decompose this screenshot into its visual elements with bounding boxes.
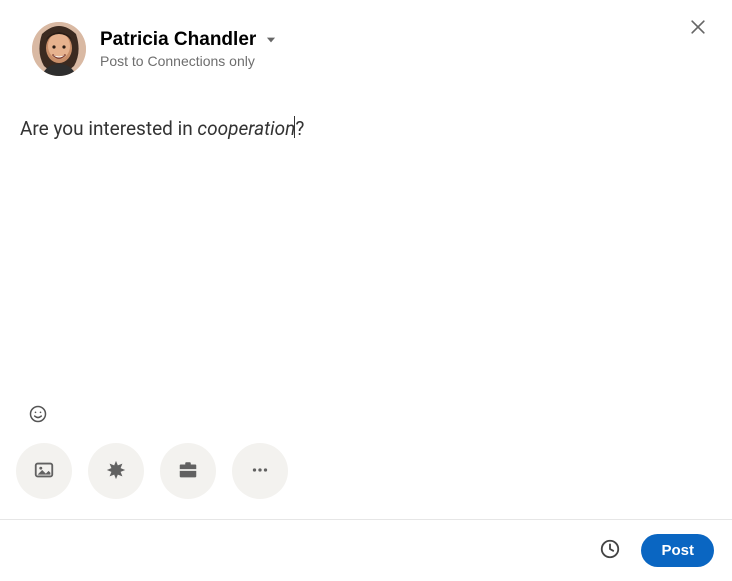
- chevron-down-icon: [264, 33, 278, 47]
- audience-selector[interactable]: Patricia Chandler Post to Connections on…: [100, 29, 278, 69]
- post-button[interactable]: Post: [641, 534, 714, 567]
- avatar: [32, 22, 86, 76]
- schedule-button[interactable]: [595, 536, 625, 566]
- post-text-plain: Are you interested in: [20, 117, 197, 140]
- composer-body[interactable]: Are you interested in cooperation?: [0, 86, 732, 401]
- briefcase-icon: [177, 459, 199, 484]
- audience-label: Post to Connections only: [100, 53, 255, 69]
- add-media-button[interactable]: [16, 443, 72, 499]
- post-text-input[interactable]: Are you interested in cooperation?: [20, 116, 712, 143]
- post-text-suffix: ?: [295, 117, 304, 140]
- user-name: Patricia Chandler: [100, 29, 256, 51]
- user-name-row: Patricia Chandler: [100, 29, 278, 51]
- add-job-button[interactable]: [160, 443, 216, 499]
- create-post-modal: Patricia Chandler Post to Connections on…: [0, 0, 732, 581]
- starburst-icon: [105, 459, 127, 484]
- composer-header: Patricia Chandler Post to Connections on…: [0, 0, 732, 86]
- image-icon: [33, 459, 55, 484]
- emoji-row: [0, 401, 732, 443]
- more-icon: [249, 459, 271, 484]
- more-actions-button[interactable]: [232, 443, 288, 499]
- close-icon: [688, 17, 708, 40]
- attachment-actions: [0, 443, 732, 519]
- emoji-icon: [28, 404, 48, 427]
- post-text-italic: cooperation: [197, 117, 295, 140]
- celebrate-button[interactable]: [88, 443, 144, 499]
- close-button[interactable]: [684, 14, 712, 42]
- clock-icon: [599, 538, 621, 563]
- emoji-button[interactable]: [24, 401, 52, 429]
- composer-footer: Post: [0, 520, 732, 581]
